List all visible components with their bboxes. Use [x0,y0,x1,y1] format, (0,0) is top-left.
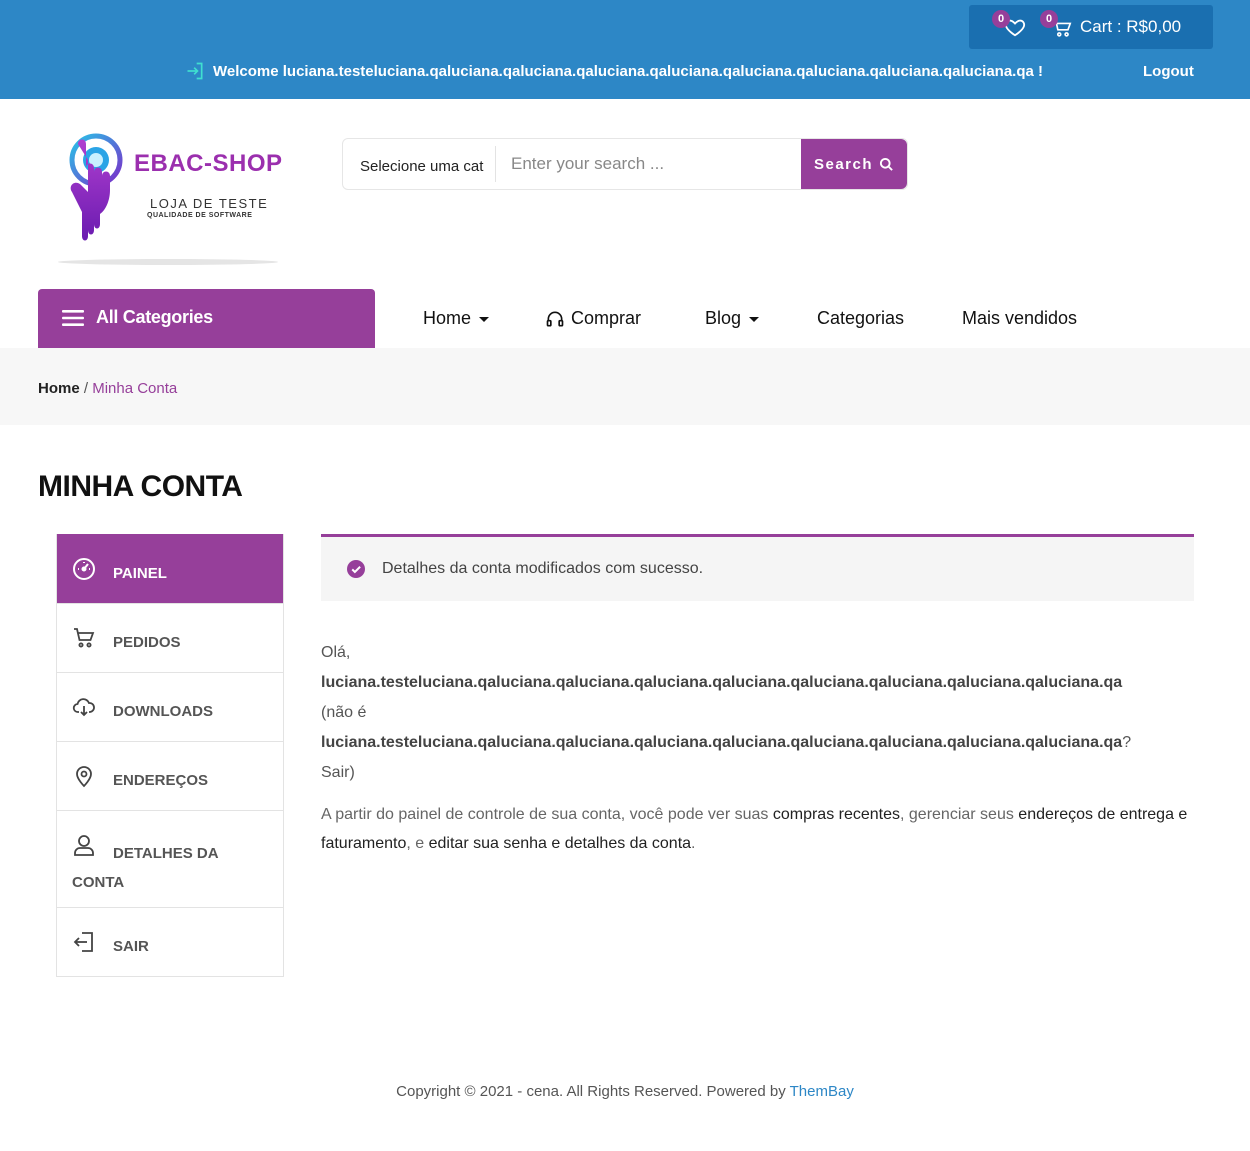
map-pin-icon [76,766,92,788]
greeting-hello: Olá, [321,644,351,661]
nav-home[interactable]: Home [423,308,490,329]
greeting-username: luciana.testeluciana.qaluciana.qaluciana… [321,674,1123,691]
search-category-select[interactable]: Selecione uma cat [360,158,483,175]
dashboard-icon [73,558,95,580]
logo-tagline: QUALIDADE DE SOFTWARE [147,212,253,219]
sidebar-item-detalhes[interactable]: Detalhes da conta [57,810,283,907]
footer-copyright: Copyright © 2021 - cena. All Rights Rese… [0,1083,1250,1100]
logout-link[interactable]: Logout [1143,63,1194,80]
cloud-download-icon [72,698,95,717]
sidebar-item-enderecos[interactable]: Endereços [57,741,283,810]
nav-categorias[interactable]: Categorias [817,308,904,329]
success-notice: Detalhes da conta modificados com sucess… [321,534,1194,601]
footer-text: Copyright © 2021 - cena. All Rights Rese… [396,1083,790,1100]
greeting-close: ) [349,764,355,781]
welcome-message: Welcome luciana.testeluciana.qaluciana.q… [213,63,1044,80]
logo-title: EBAC-SHOP [134,150,283,177]
search-divider [495,146,496,182]
recent-orders-link[interactable]: compras recentes [773,806,900,823]
nav-blog-label: Blog [705,308,742,328]
nav-comprar[interactable]: Comprar [545,308,641,329]
sidebar-item-label: Downloads [113,703,213,720]
info-text: A partir do painel de controle de sua co… [321,806,773,823]
logo-subtitle: LOJA DE TESTE [150,196,269,211]
wishlist-count-badge: 0 [992,10,1010,28]
greeting-not-you: (não é [321,704,367,721]
sidebar-item-painel[interactable]: Painel [57,534,283,603]
search-button[interactable]: Search [801,139,907,189]
sidebar-item-label: Pedidos [113,634,181,651]
notice-text: Detalhes da conta modificados com sucess… [382,560,704,577]
nav-home-label: Home [423,308,472,328]
breadcrumb-separator: / [83,380,89,397]
login-icon [187,62,203,80]
nav-blog[interactable]: Blog [705,308,760,329]
breadcrumb-home[interactable]: Home [38,380,80,397]
chevron-down-icon [749,317,760,322]
cart-total[interactable]: Cart : R$0,00 [1080,17,1181,37]
dashboard-info: A partir do painel de controle de sua co… [321,800,1201,858]
account-details-link[interactable]: editar sua senha e detalhes da conta [429,835,691,852]
sidebar-item-downloads[interactable]: Downloads [57,672,283,741]
all-categories-button[interactable]: All Categories [38,289,375,348]
headphones-icon [546,311,564,326]
breadcrumb-current: Minha Conta [92,380,178,397]
logout-icon [73,932,93,952]
menu-icon [62,310,84,326]
greeting-logout-link[interactable]: Sair [321,764,349,781]
nav-categorias-label: Categorias [817,308,905,328]
search-input[interactable] [503,142,799,186]
info-text: . [691,835,696,852]
greeting-question: ? [1122,734,1132,751]
sidebar-item-label: Endereços [113,772,209,789]
nav-mais-vendidos-label: Mais vendidos [962,308,1078,328]
page-title: MINHA CONTA [38,470,243,503]
greeting: Olá, luciana.testeluciana.qaluciana.qalu… [321,638,1231,788]
account-sidebar: Painel Pedidos Downloads Endereços Detal… [56,534,284,977]
breadcrumb-bar [0,348,1250,425]
cart-icon [74,628,95,648]
breadcrumb: Home / Minha Conta [38,380,177,397]
check-circle-icon [347,560,365,578]
nav-comprar-label: Comprar [571,308,642,328]
search-button-label: Search [813,155,874,173]
info-text: , e [406,835,429,852]
footer-thembay-link[interactable]: ThemBay [790,1083,854,1100]
sidebar-item-pedidos[interactable]: Pedidos [57,603,283,672]
sidebar-item-label: Sair [113,938,149,955]
nav-mais-vendidos[interactable]: Mais vendidos [962,308,1077,329]
chevron-down-icon [479,317,490,322]
sidebar-item-sair[interactable]: Sair [57,907,283,976]
info-text: , gerenciar seus [900,806,1019,823]
search-icon [879,157,893,171]
all-categories-label: All Categories [96,307,213,327]
greeting-username-repeat: luciana.testeluciana.qaluciana.qaluciana… [321,734,1123,751]
cart-count-badge: 0 [1040,10,1058,28]
sidebar-item-label: Painel [113,565,167,582]
sidebar-item-label: Detalhes da conta [72,845,218,891]
